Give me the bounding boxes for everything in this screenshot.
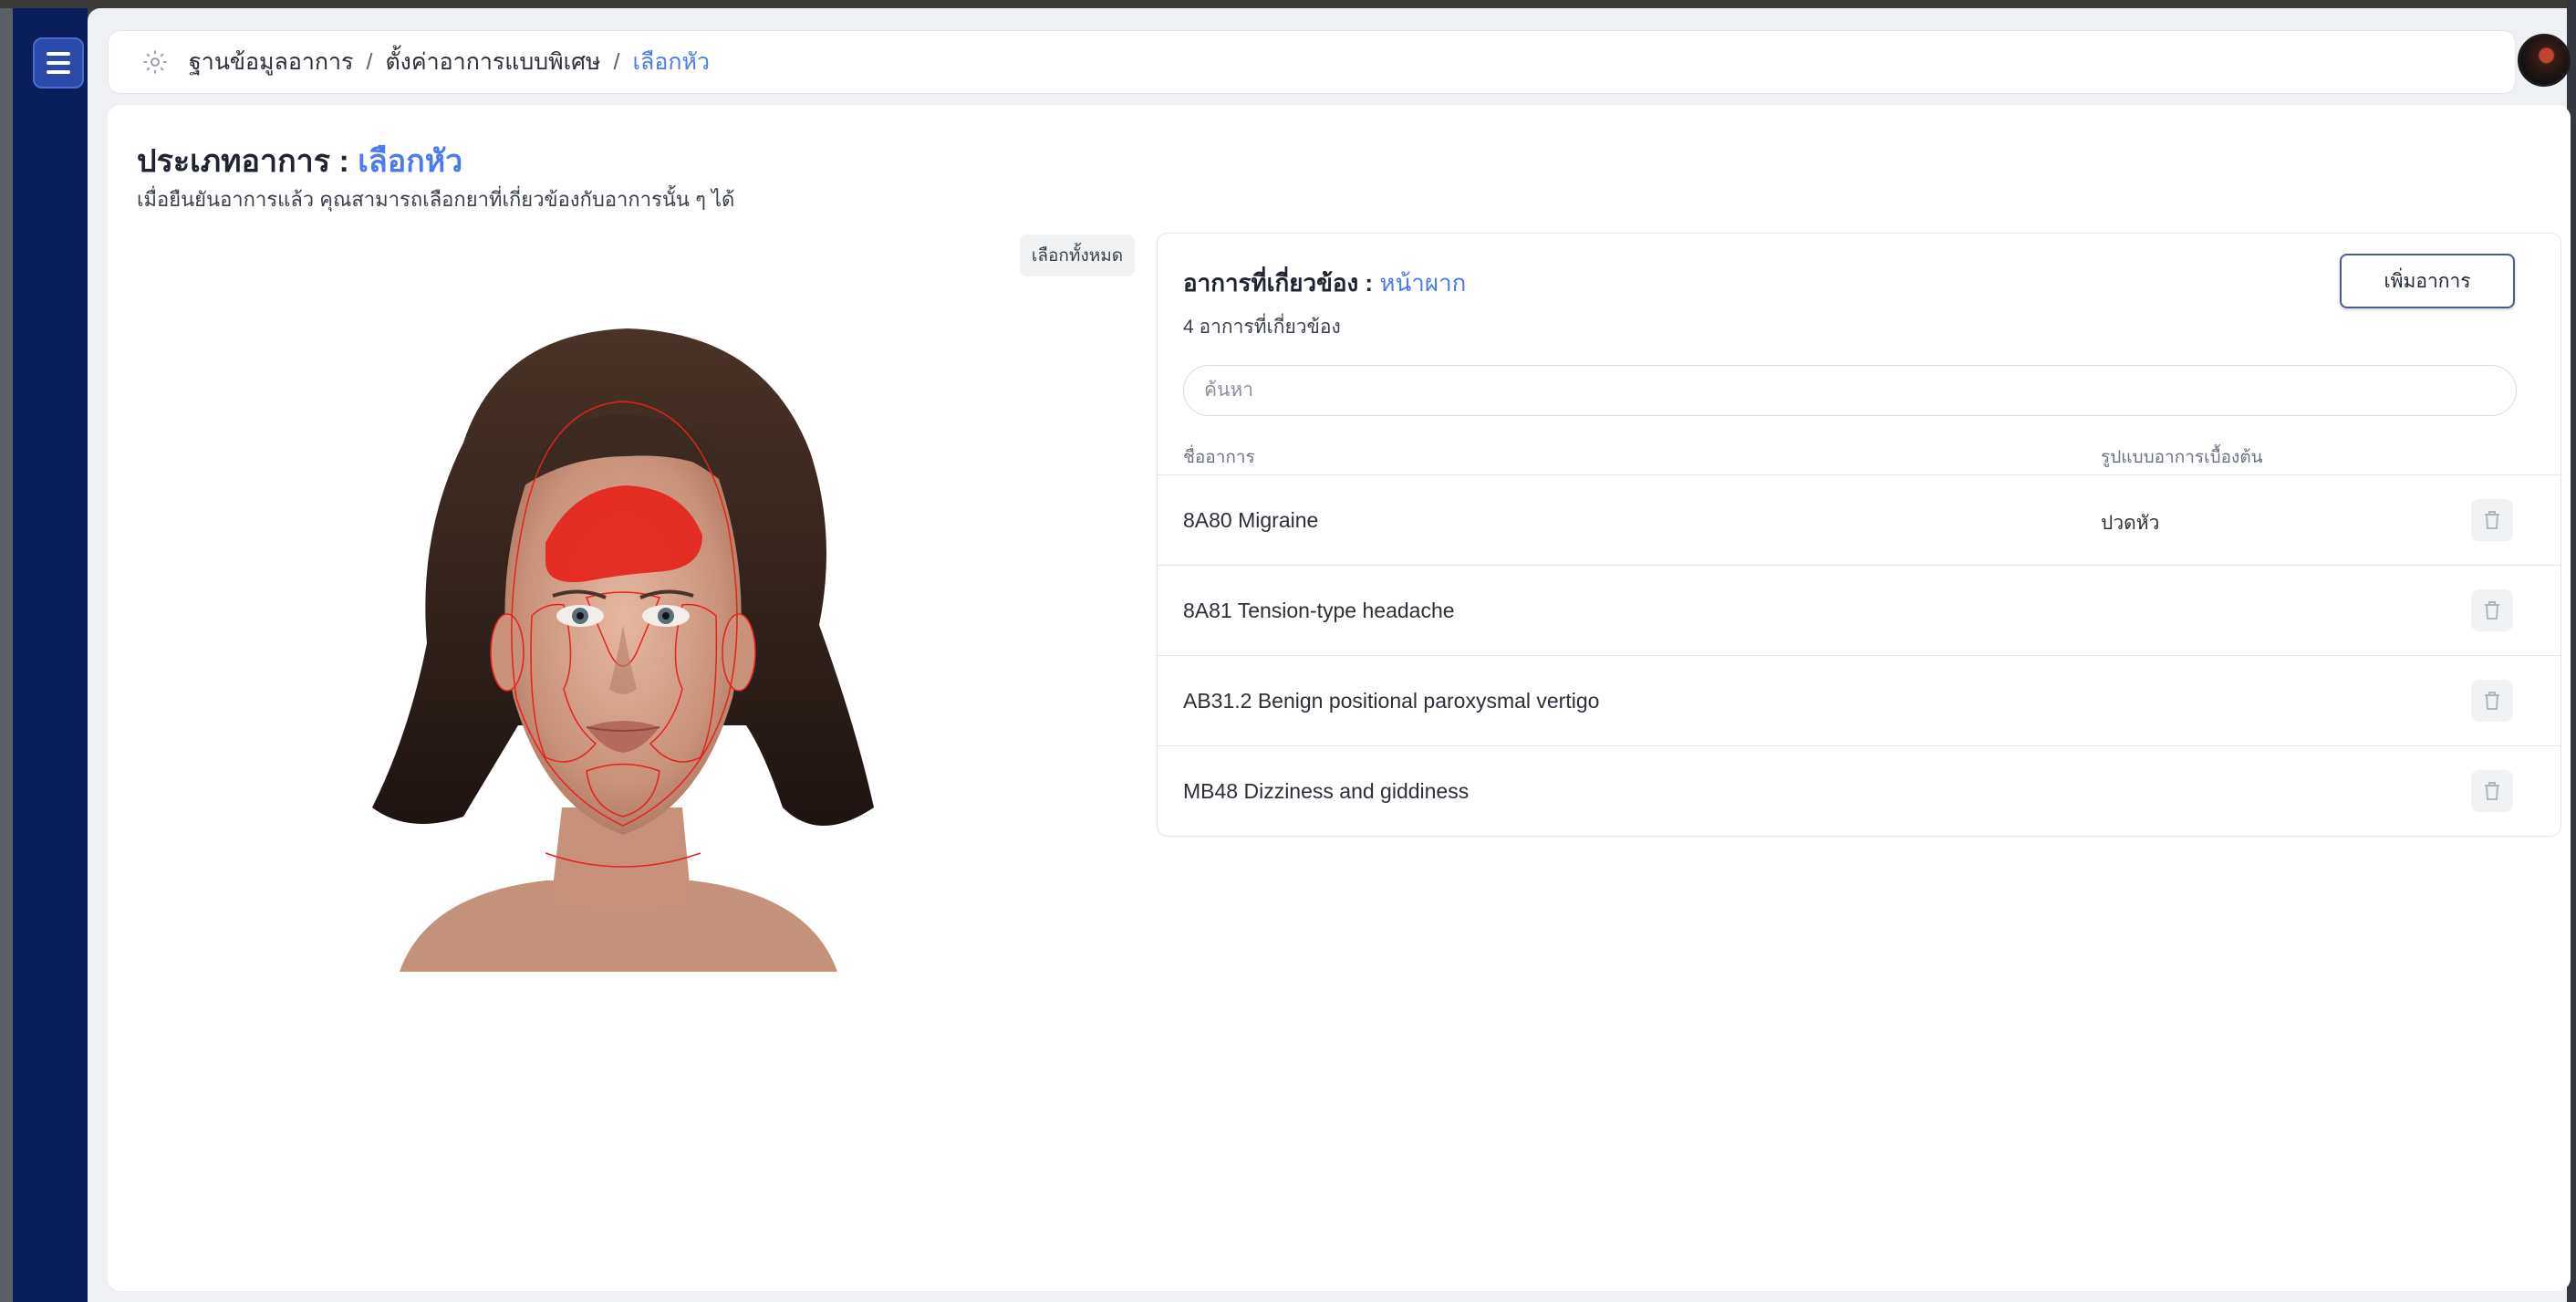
hamburger-icon-line bbox=[47, 70, 70, 74]
delete-button[interactable] bbox=[2471, 499, 2513, 541]
add-symptom-button[interactable]: เพิ่มอาการ bbox=[2340, 254, 2515, 308]
avatar[interactable] bbox=[2518, 34, 2571, 87]
symptom-name: 8A81 Tension-type headache bbox=[1183, 599, 1455, 622]
content-card: ประเภทอาการ : เลือกหัว เมื่อยืนยันอาการแ… bbox=[108, 105, 2571, 1291]
menu-button[interactable] bbox=[33, 37, 84, 89]
table-row[interactable]: 8A81 Tension-type headache bbox=[1158, 565, 2562, 655]
delete-button[interactable] bbox=[2471, 770, 2513, 812]
delete-button[interactable] bbox=[2471, 680, 2513, 722]
symptom-table: 8A80 Migraine ปวดหัว 8A81 Tension-type h… bbox=[1158, 474, 2562, 836]
symptom-pattern: ปวดหัว bbox=[2101, 513, 2160, 534]
table-row[interactable]: AB31.2 Benign positional paroxysmal vert… bbox=[1158, 655, 2562, 745]
gear-icon bbox=[141, 48, 169, 76]
page-subtitle: เมื่อยืนยันอาการแล้ว คุณสามารถเลือกยาที่… bbox=[137, 188, 735, 211]
app-main: ฐานข้อมูลอาการ / ตั้งค่าอาการแบบพิเศษ / … bbox=[88, 8, 2571, 1302]
page-title: ประเภทอาการ : เลือกหัว bbox=[137, 136, 462, 185]
page-title-value: เลือกหัว bbox=[358, 144, 463, 179]
delete-button[interactable] bbox=[2471, 589, 2513, 631]
face-selector bbox=[272, 297, 965, 990]
breadcrumb: ฐานข้อมูลอาการ / ตั้งค่าอาการแบบพิเศษ / … bbox=[108, 30, 2516, 94]
window-frame-top bbox=[0, 0, 2576, 8]
select-all-button[interactable]: เลือกทั้งหมด bbox=[1020, 234, 1135, 276]
symptom-name: MB48 Dizziness and giddiness bbox=[1183, 779, 1470, 803]
trash-icon bbox=[2485, 511, 2499, 529]
search-input[interactable] bbox=[1183, 365, 2517, 416]
hamburger-icon-line bbox=[47, 61, 70, 65]
breadcrumb-separator: / bbox=[613, 48, 620, 75]
panel-title-prefix: อาการที่เกี่ยวข้อง : bbox=[1183, 269, 1374, 297]
panel-title: อาการที่เกี่ยวข้อง : หน้าผาก bbox=[1183, 265, 1466, 302]
page-title-prefix: ประเภทอาการ : bbox=[137, 144, 349, 179]
breadcrumb-item-current: เลือกหัว bbox=[632, 49, 711, 75]
symptom-count: 4 อาการที่เกี่ยวข้อง bbox=[1183, 317, 1341, 338]
face-illustration bbox=[372, 328, 874, 972]
window-frame-left bbox=[0, 0, 13, 1302]
breadcrumb-item-special-settings[interactable]: ตั้งค่าอาการแบบพิเศษ bbox=[385, 44, 600, 80]
column-header-name: ชื่ออาการ bbox=[1183, 448, 1255, 467]
column-header-pattern: รูปแบบอาการเบื้องต้น bbox=[2101, 448, 2263, 467]
breadcrumb-item-symptom-db[interactable]: ฐานข้อมูลอาการ bbox=[189, 44, 353, 80]
symptom-name: AB31.2 Benign positional paroxysmal vert… bbox=[1183, 689, 1600, 713]
hamburger-icon bbox=[47, 52, 70, 56]
panel-title-value: หน้าผาก bbox=[1379, 269, 1467, 297]
trash-icon bbox=[2485, 601, 2499, 620]
table-row[interactable]: 8A80 Migraine ปวดหัว bbox=[1158, 474, 2562, 565]
trash-icon bbox=[2485, 692, 2499, 710]
breadcrumb-separator: / bbox=[366, 48, 373, 75]
sidebar bbox=[13, 8, 88, 1302]
related-symptoms-panel: อาการที่เกี่ยวข้อง : หน้าผาก 4 อาการที่เ… bbox=[1157, 233, 2562, 837]
trash-icon bbox=[2485, 782, 2499, 800]
table-row[interactable]: MB48 Dizziness and giddiness bbox=[1158, 745, 2562, 836]
symptom-name: 8A80 Migraine bbox=[1183, 508, 1319, 532]
